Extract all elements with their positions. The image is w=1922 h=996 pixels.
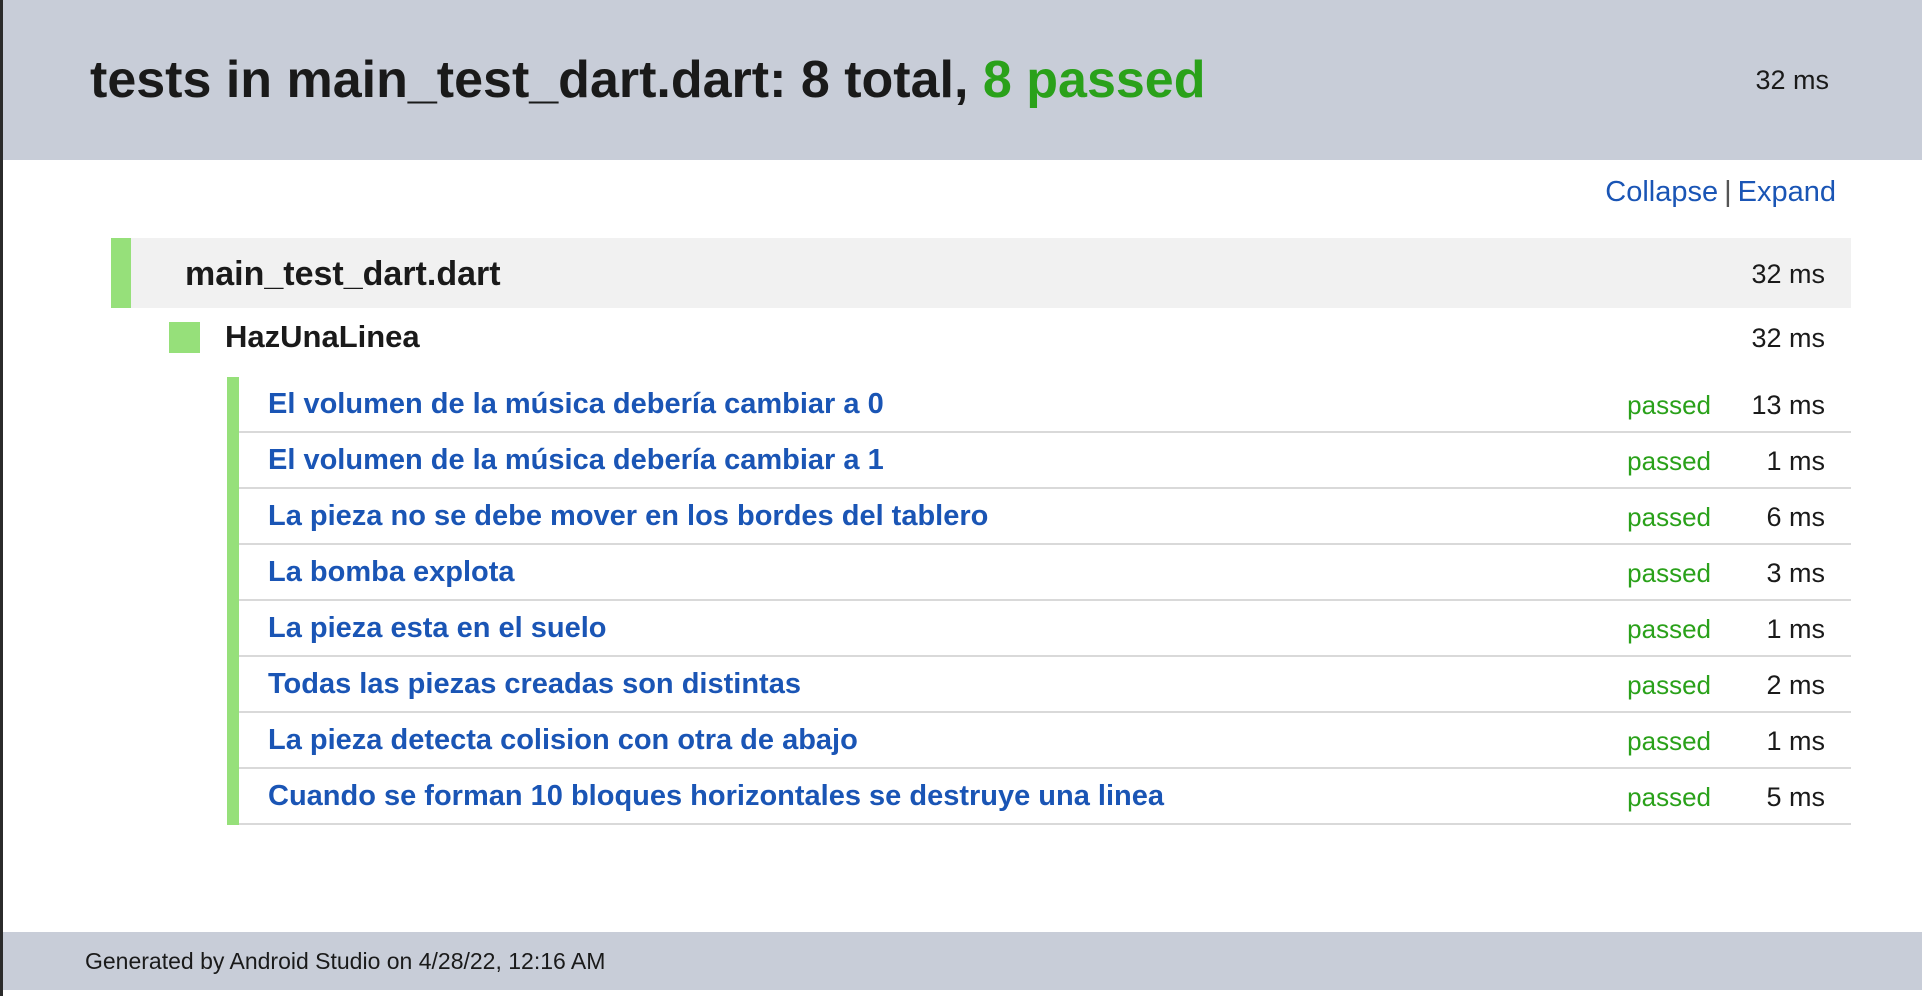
- collapse-link[interactable]: Collapse: [1605, 176, 1718, 208]
- file-duration: 32 ms: [1751, 259, 1825, 289]
- report-header: tests in main_test_dart.dart: 8 total, 8…: [3, 0, 1922, 160]
- file-row[interactable]: main_test_dart.dart 32 ms: [111, 238, 1851, 308]
- group-status-marker: [169, 322, 200, 353]
- test-row: Cuando se forman 10 bloques horizontales…: [239, 769, 1851, 825]
- test-status: passed: [1627, 782, 1711, 812]
- test-name-link[interactable]: La pieza esta en el suelo: [268, 611, 606, 645]
- generated-by-text: Generated by Android Studio on 4/28/22, …: [85, 948, 606, 974]
- test-status: passed: [1627, 446, 1711, 476]
- report-title: tests in main_test_dart.dart: 8 total, 8…: [90, 50, 1205, 110]
- group-duration: 32 ms: [1751, 323, 1825, 353]
- toolbar-separator: |: [1724, 176, 1732, 208]
- test-name-link[interactable]: El volumen de la música debería cambiar …: [268, 387, 884, 421]
- report-title-prefix: tests in main_test_dart.dart: 8 total,: [90, 51, 983, 109]
- test-duration: 6 ms: [1766, 502, 1825, 532]
- test-list: El volumen de la música debería cambiar …: [227, 377, 1851, 825]
- test-row: El volumen de la música debería cambiar …: [239, 433, 1851, 489]
- test-duration: 13 ms: [1751, 390, 1825, 420]
- expand-collapse-toolbar: Collapse | Expand: [1605, 174, 1836, 210]
- test-status: passed: [1627, 614, 1711, 644]
- test-name-link[interactable]: Cuando se forman 10 bloques horizontales…: [268, 779, 1164, 813]
- test-name-link[interactable]: Todas las piezas creadas son distintas: [268, 667, 801, 701]
- test-status: passed: [1627, 670, 1711, 700]
- test-status: passed: [1627, 726, 1711, 756]
- test-status: passed: [1627, 390, 1711, 420]
- test-duration: 1 ms: [1766, 614, 1825, 644]
- test-duration: 3 ms: [1766, 558, 1825, 588]
- test-row: Todas las piezas creadas son distintas p…: [239, 657, 1851, 713]
- test-duration: 1 ms: [1766, 446, 1825, 476]
- test-status: passed: [1627, 502, 1711, 532]
- test-row: La bomba explota passed 3 ms: [239, 545, 1851, 601]
- test-duration: 2 ms: [1766, 670, 1825, 700]
- test-row: La pieza no se debe mover en los bordes …: [239, 489, 1851, 545]
- report-footer: Generated by Android Studio on 4/28/22, …: [3, 932, 1922, 990]
- test-row: La pieza esta en el suelo passed 1 ms: [239, 601, 1851, 657]
- test-name-link[interactable]: La bomba explota: [268, 555, 515, 589]
- test-duration: 5 ms: [1766, 782, 1825, 812]
- test-report-page: tests in main_test_dart.dart: 8 total, 8…: [0, 0, 1922, 996]
- test-name-link[interactable]: La pieza detecta colision con otra de ab…: [268, 723, 858, 757]
- test-name-link[interactable]: La pieza no se debe mover en los bordes …: [268, 499, 988, 533]
- test-name-link[interactable]: El volumen de la música debería cambiar …: [268, 443, 884, 477]
- file-name: main_test_dart.dart: [185, 255, 501, 293]
- test-row: La pieza detecta colision con otra de ab…: [239, 713, 1851, 769]
- group-name: HazUnaLinea: [225, 319, 420, 354]
- test-status: passed: [1627, 558, 1711, 588]
- total-duration: 32 ms: [1755, 65, 1829, 95]
- group-row[interactable]: HazUnaLinea 32 ms: [111, 312, 1851, 362]
- report-title-passed-count: 8 passed: [982, 51, 1206, 109]
- expand-link[interactable]: Expand: [1738, 176, 1836, 208]
- test-row: El volumen de la música debería cambiar …: [239, 377, 1851, 433]
- test-duration: 1 ms: [1766, 726, 1825, 756]
